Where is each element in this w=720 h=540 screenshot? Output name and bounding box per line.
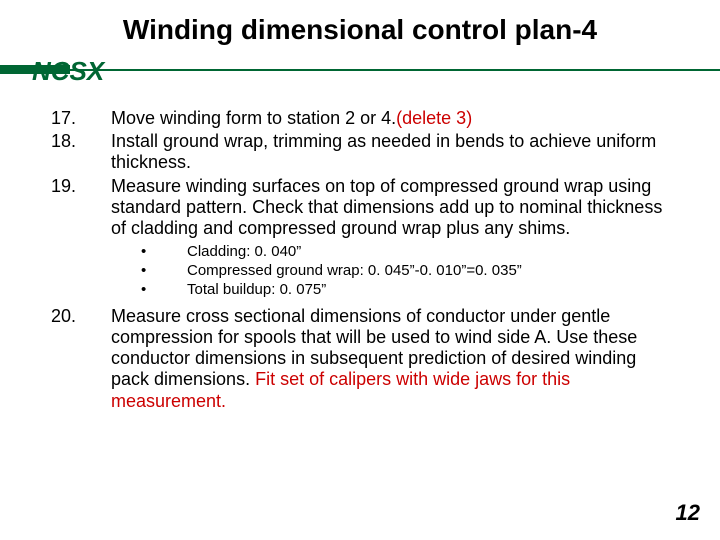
sub-list: • Cladding: 0. 040” • Compressed ground … (141, 243, 663, 299)
list-item: 18. Install ground wrap, trimming as nee… (51, 131, 663, 173)
sub-text: Cladding: 0. 040” (187, 243, 663, 262)
item-number: 17. (51, 108, 111, 129)
item-text: Install ground wrap, trimming as needed … (111, 131, 656, 172)
list-item: 19. Measure winding surfaces on top of c… (51, 176, 663, 240)
item-number: 18. (51, 131, 111, 173)
item-text: Measure winding surfaces on top of compr… (111, 176, 662, 238)
item-body: Move winding form to station 2 or 4.(del… (111, 108, 663, 129)
rule-line (0, 69, 720, 71)
sub-text: Compressed ground wrap: 0. 045”-0. 010”=… (187, 262, 663, 281)
item-body: Install ground wrap, trimming as needed … (111, 131, 663, 173)
sub-item: • Total buildup: 0. 075” (141, 281, 663, 300)
bullet-icon: • (141, 243, 187, 262)
sub-text: Total buildup: 0. 075” (187, 281, 663, 300)
slide: Winding dimensional control plan-4 NCSX … (0, 0, 720, 540)
item-body: Measure cross sectional dimensions of co… (111, 306, 663, 412)
list-item: 20. Measure cross sectional dimensions o… (51, 306, 663, 412)
item-number: 20. (51, 306, 111, 412)
body-content: 17. Move winding form to station 2 or 4.… (51, 108, 663, 414)
logo-text: NCSX (32, 56, 104, 87)
slide-title: Winding dimensional control plan-4 (0, 14, 720, 46)
list-item: 17. Move winding form to station 2 or 4.… (51, 108, 663, 129)
item-text: Move winding form to station 2 or 4. (111, 108, 396, 128)
sub-item: • Cladding: 0. 040” (141, 243, 663, 262)
page-number: 12 (676, 500, 700, 526)
item-body: Measure winding surfaces on top of compr… (111, 176, 663, 240)
sub-item: • Compressed ground wrap: 0. 045”-0. 010… (141, 262, 663, 281)
bullet-icon: • (141, 262, 187, 281)
bullet-icon: • (141, 281, 187, 300)
item-number: 19. (51, 176, 111, 240)
item-edit: (delete 3) (396, 108, 472, 128)
